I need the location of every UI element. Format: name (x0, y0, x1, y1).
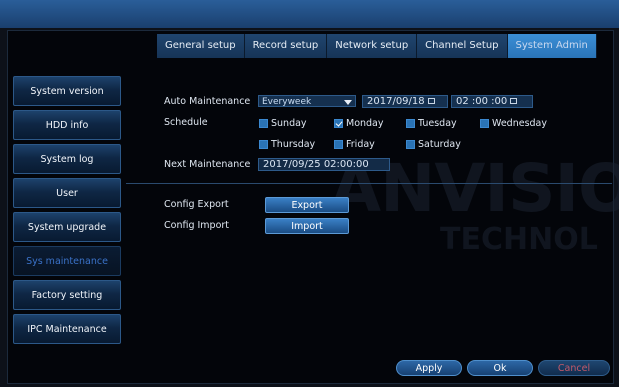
sidebar: System version HDD info System log User … (13, 76, 123, 348)
checkbox-icon[interactable] (406, 119, 415, 128)
day-saturday-label: Saturday (418, 139, 461, 150)
window-titlebar (0, 0, 619, 29)
tab-channel-setup[interactable]: Channel Setup (417, 34, 508, 58)
day-saturday-checkbox[interactable]: Saturday (406, 139, 461, 150)
ok-button[interactable]: Ok (467, 360, 533, 376)
maintenance-date-value: 2017/09/18 (367, 96, 425, 107)
day-sunday-checkbox[interactable]: Sunday (259, 118, 307, 129)
checkbox-icon[interactable] (406, 140, 415, 149)
sidebar-item-factory-setting[interactable]: Factory setting (13, 280, 121, 310)
clock-icon[interactable] (510, 98, 518, 104)
checkbox-icon[interactable] (259, 140, 268, 149)
calendar-icon[interactable] (427, 98, 435, 104)
day-sunday-label: Sunday (271, 118, 307, 129)
day-thursday-label: Thursday (271, 139, 316, 150)
auto-maintenance-label: Auto Maintenance (164, 96, 251, 107)
apply-button[interactable]: Apply (396, 360, 462, 376)
chevron-down-icon (344, 100, 352, 105)
tab-system-admin[interactable]: System Admin (507, 34, 597, 58)
auto-maintenance-value: Everyweek (262, 97, 312, 107)
sidebar-item-sys-maintenance[interactable]: Sys maintenance (13, 246, 121, 276)
day-wednesday-label: Wednesday (492, 118, 548, 129)
checkbox-icon[interactable] (259, 119, 268, 128)
sidebar-item-system-upgrade[interactable]: System upgrade (13, 212, 121, 242)
day-friday-checkbox[interactable]: Friday (334, 139, 375, 150)
auto-maintenance-select[interactable]: Everyweek (258, 95, 356, 107)
checkbox-icon[interactable] (334, 140, 343, 149)
tab-record-setup[interactable]: Record setup (244, 34, 328, 58)
schedule-label: Schedule (164, 117, 208, 128)
day-tuesday-checkbox[interactable]: Tuesday (406, 118, 457, 129)
tab-general-setup[interactable]: General setup (157, 34, 245, 58)
maintenance-time-value: 02 :00 :00 (456, 96, 508, 107)
export-button[interactable]: Export (265, 197, 349, 213)
day-monday-checkbox[interactable]: Monday (334, 118, 384, 129)
day-monday-label: Monday (346, 118, 384, 129)
day-tuesday-label: Tuesday (418, 118, 457, 129)
section-divider (126, 183, 612, 184)
maintenance-time-field[interactable]: 02 :00 :00 (451, 95, 533, 108)
config-import-label: Config Import (164, 220, 230, 231)
maintenance-date-field[interactable]: 2017/09/18 (362, 95, 448, 108)
tab-bar: General setup Record setup Network setup… (157, 34, 597, 58)
sidebar-item-user[interactable]: User (13, 178, 121, 208)
tab-network-setup[interactable]: Network setup (327, 34, 418, 58)
sidebar-item-system-log[interactable]: System log (13, 144, 121, 174)
checkbox-checked-icon[interactable] (334, 119, 343, 128)
cancel-button[interactable]: Cancel (538, 360, 610, 376)
next-maintenance-label: Next Maintenance (164, 159, 251, 170)
checkbox-icon[interactable] (480, 119, 489, 128)
day-friday-label: Friday (346, 139, 375, 150)
sidebar-item-system-version[interactable]: System version (13, 76, 121, 106)
next-maintenance-field: 2017/09/25 02:00:00 (258, 158, 390, 171)
config-export-label: Config Export (164, 199, 229, 210)
sidebar-item-hdd-info[interactable]: HDD info (13, 110, 121, 140)
sidebar-item-ipc-maintenance[interactable]: IPC Maintenance (13, 314, 121, 344)
day-wednesday-checkbox[interactable]: Wednesday (480, 118, 547, 129)
import-button[interactable]: Import (265, 218, 349, 234)
day-thursday-checkbox[interactable]: Thursday (259, 139, 315, 150)
